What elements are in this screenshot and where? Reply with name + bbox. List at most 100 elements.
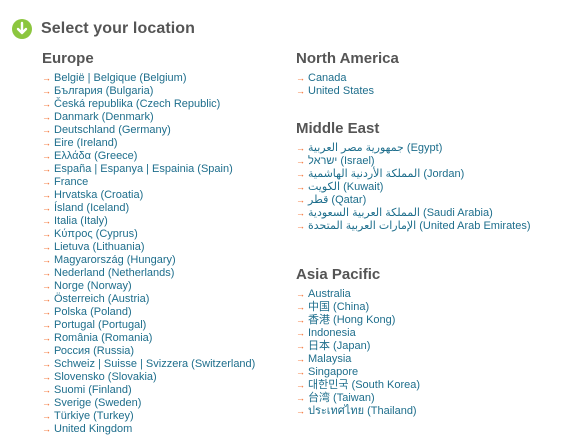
country-link[interactable]: قطر (Qatar): [308, 194, 366, 207]
country-list-asia-pacific: → Australia → 中国 (China) → 香港 (Hong Kong) → Ind…: [296, 288, 420, 418]
arrow-right-icon: →: [296, 406, 305, 416]
country-list-item: → Slovensko (Slovakia): [42, 371, 255, 384]
country-link[interactable]: Ελλάδα (Greece): [54, 150, 137, 163]
country-link[interactable]: Eire (Ireland): [54, 137, 118, 150]
country-link[interactable]: Deutschland (Germany): [54, 124, 171, 137]
country-list-item: → Κύπρος (Cyprus): [42, 228, 255, 241]
region-asia-pacific: Asia Pacific → Australia → 中国 (China) → 香港 (H…: [296, 266, 420, 418]
arrow-right-icon: →: [42, 203, 51, 213]
country-list-item: → Suomi (Finland): [42, 384, 255, 397]
arrow-right-icon: →: [42, 164, 51, 174]
arrow-right-icon: →: [42, 385, 51, 395]
country-list-north-america: → Canada → United States: [296, 72, 399, 98]
country-link[interactable]: ประเทศไทย (Thailand): [308, 405, 417, 418]
country-link[interactable]: Suomi (Finland): [54, 384, 132, 397]
country-link[interactable]: 中国 (China): [308, 301, 369, 314]
arrow-right-icon: →: [42, 151, 51, 161]
country-link[interactable]: المملكة العربية السعودية (Saudi Arabia): [308, 207, 493, 220]
arrow-right-icon: →: [42, 229, 51, 239]
country-list-item: → Schweiz | Suisse | Svizzera (Switzerlan…: [42, 358, 255, 371]
country-link[interactable]: Singapore: [308, 366, 358, 379]
arrow-right-icon: →: [42, 216, 51, 226]
country-link[interactable]: المملكة الأردنية الهاشمية (Jordan): [308, 168, 464, 181]
arrow-right-icon: →: [42, 359, 51, 369]
country-link[interactable]: Schweiz | Suisse | Svizzera (Switzerland…: [54, 358, 255, 371]
country-list-item: → ประเทศไทย (Thailand): [296, 405, 420, 418]
arrow-right-icon: →: [296, 289, 305, 299]
country-link[interactable]: United Kingdom: [54, 423, 132, 436]
country-list-item: → Österreich (Austria): [42, 293, 255, 306]
arrow-right-icon: →: [296, 143, 305, 153]
region-title-north-america: North America: [296, 50, 399, 67]
country-list-item: → 대한민국 (South Korea): [296, 379, 420, 392]
country-link[interactable]: Polska (Poland): [54, 306, 132, 319]
country-link[interactable]: Australia: [308, 288, 351, 301]
country-link[interactable]: الكويت (Kuwait): [308, 181, 383, 194]
region-middle-east: Middle East → جمهورية مصر العربية (Egypt)…: [296, 120, 531, 233]
country-link[interactable]: България (Bulgaria): [54, 85, 153, 98]
country-list-item: → الكويت (Kuwait): [296, 181, 531, 194]
country-link[interactable]: España | Espanya | Espainia (Spain): [54, 163, 233, 176]
country-link[interactable]: Hrvatska (Croatia): [54, 189, 143, 202]
country-list-item: → 台湾 (Taiwan): [296, 392, 420, 405]
country-link[interactable]: Malaysia: [308, 353, 351, 366]
country-link[interactable]: Canada: [308, 72, 347, 85]
country-list-item: → România (Romania): [42, 332, 255, 345]
arrow-right-icon: →: [296, 208, 305, 218]
country-link[interactable]: Lietuva (Lithuania): [54, 241, 145, 254]
arrow-right-icon: →: [296, 73, 305, 83]
arrow-right-icon: →: [42, 333, 51, 343]
country-link[interactable]: België | Belgique (Belgium): [54, 72, 186, 85]
country-link[interactable]: جمهورية مصر العربية (Egypt): [308, 142, 442, 155]
country-list-item: → 中国 (China): [296, 301, 420, 314]
country-list-item: → Eire (Ireland): [42, 137, 255, 150]
country-list-middle-east: → جمهورية مصر العربية (Egypt) → ישראל (Isra…: [296, 142, 531, 233]
country-link[interactable]: Indonesia: [308, 327, 356, 340]
arrow-right-icon: →: [296, 182, 305, 192]
region-europe: Europe → België | Belgique (Belgium) → Бълг…: [42, 50, 255, 436]
country-link[interactable]: Norge (Norway): [54, 280, 132, 293]
country-link[interactable]: United States: [308, 85, 374, 98]
arrow-right-icon: →: [42, 138, 51, 148]
arrow-right-icon: →: [296, 354, 305, 364]
country-link[interactable]: 대한민국 (South Korea): [308, 379, 420, 392]
country-link[interactable]: Slovensko (Slovakia): [54, 371, 157, 384]
country-link[interactable]: Κύπρος (Cyprus): [54, 228, 138, 241]
country-list-item: → Canada: [296, 72, 399, 85]
region-north-america: North America → Canada → United States: [296, 50, 399, 98]
arrow-right-icon: →: [42, 320, 51, 330]
country-link[interactable]: Россия (Russia): [54, 345, 134, 358]
country-link[interactable]: Ísland (Iceland): [54, 202, 129, 215]
country-link[interactable]: Österreich (Austria): [54, 293, 149, 306]
country-link[interactable]: Portugal (Portugal): [54, 319, 146, 332]
country-link[interactable]: Italia (Italy): [54, 215, 108, 228]
country-list-item: → United States: [296, 85, 399, 98]
country-link[interactable]: Sverige (Sweden): [54, 397, 141, 410]
country-list-item: → جمهورية مصر العربية (Egypt): [296, 142, 531, 155]
country-link[interactable]: France: [54, 176, 88, 189]
country-link[interactable]: 台湾 (Taiwan): [308, 392, 375, 405]
arrow-right-icon: →: [42, 294, 51, 304]
arrow-right-icon: →: [42, 86, 51, 96]
country-link[interactable]: الإمارات العربية المتحدة (United Arab Em…: [308, 220, 531, 233]
country-list-item: → Türkiye (Turkey): [42, 410, 255, 423]
arrow-right-icon: →: [42, 424, 51, 434]
country-link[interactable]: Türkiye (Turkey): [54, 410, 134, 423]
country-link[interactable]: 香港 (Hong Kong): [308, 314, 395, 327]
arrow-right-icon: →: [296, 195, 305, 205]
country-link[interactable]: ישראל (Israel): [308, 155, 375, 168]
region-title-middle-east: Middle East: [296, 120, 380, 137]
country-list-item: → España | Espanya | Espainia (Spain): [42, 163, 255, 176]
country-link[interactable]: Danmark (Denmark): [54, 111, 154, 124]
country-list-item: → Malaysia: [296, 353, 420, 366]
arrow-right-icon: →: [296, 315, 305, 325]
country-list-item: → Italia (Italy): [42, 215, 255, 228]
country-link[interactable]: Nederland (Netherlands): [54, 267, 174, 280]
country-link[interactable]: Magyarország (Hungary): [54, 254, 176, 267]
country-list-item: → United Kingdom: [42, 423, 255, 436]
country-link[interactable]: 日本 (Japan): [308, 340, 370, 353]
country-link[interactable]: România (Romania): [54, 332, 152, 345]
country-link[interactable]: Česká republika (Czech Republic): [54, 98, 220, 111]
arrow-right-icon: →: [296, 169, 305, 179]
arrow-right-icon: →: [42, 242, 51, 252]
